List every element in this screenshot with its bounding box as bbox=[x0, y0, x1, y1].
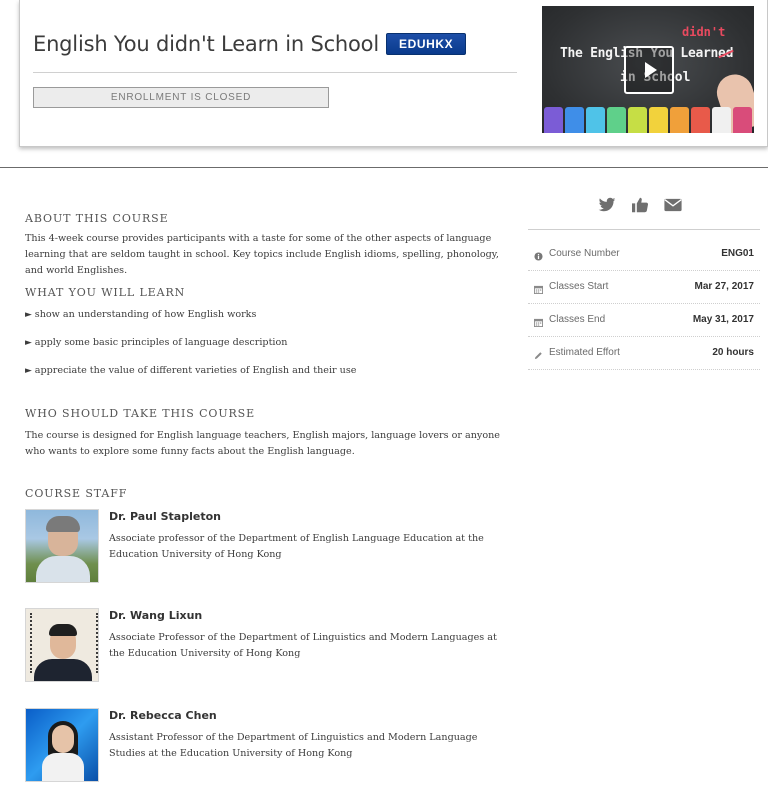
fact-value: May 31, 2017 bbox=[692, 314, 754, 325]
fact-label: Estimated Effort bbox=[549, 347, 620, 358]
fact-classes-start: Classes Start Mar 27, 2017 bbox=[528, 271, 760, 304]
about-heading: ABOUT THIS COURSE bbox=[25, 212, 169, 225]
info-icon bbox=[534, 252, 543, 261]
staff-name: Dr. Wang Lixun bbox=[109, 609, 203, 622]
chalk-stick bbox=[607, 107, 626, 133]
learn-list: show an understanding of how English wor… bbox=[25, 309, 357, 393]
fact-estimated-effort: Estimated Effort 20 hours bbox=[528, 337, 760, 370]
about-text: This 4-week course provides participants… bbox=[25, 233, 499, 276]
who-text: The course is designed for English langu… bbox=[25, 430, 500, 457]
staff-member: Dr. Wang Lixun Associate Professor of th… bbox=[25, 608, 515, 684]
course-title-row: English You didn't Learn in School EDUHK… bbox=[33, 32, 467, 56]
enrollment-closed-button[interactable]: ENROLLMENT IS CLOSED bbox=[33, 87, 329, 108]
chalk-stick bbox=[586, 107, 605, 133]
list-item: apply some basic principles of language … bbox=[25, 337, 356, 365]
chalk-stick bbox=[649, 107, 668, 133]
pencil-icon bbox=[534, 352, 542, 360]
staff-member: Dr. Rebecca Chen Assistant Professor of … bbox=[25, 708, 515, 784]
email-icon[interactable] bbox=[664, 197, 682, 213]
fact-label: Classes End bbox=[549, 314, 606, 325]
staff-bio: Assistant Professor of the Department of… bbox=[109, 732, 478, 759]
course-title: English You didn't Learn in School bbox=[33, 32, 379, 56]
chalk-stick bbox=[670, 107, 689, 133]
thumbs-up-icon[interactable] bbox=[631, 197, 649, 213]
staff-photo bbox=[25, 608, 99, 682]
chalk-stick bbox=[565, 107, 584, 133]
section-divider bbox=[0, 167, 768, 168]
video-inserted-word: didn't bbox=[682, 25, 726, 39]
staff-member: Dr. Paul Stapleton Associate professor o… bbox=[25, 509, 515, 585]
fact-value: 20 hours bbox=[712, 347, 754, 358]
fact-value: ENG01 bbox=[721, 248, 754, 259]
staff-heading: COURSE STAFF bbox=[25, 487, 128, 500]
course-hero: English You didn't Learn in School EDUHK… bbox=[19, 0, 768, 147]
sidebar-divider bbox=[528, 229, 760, 230]
hero-divider bbox=[33, 72, 517, 73]
play-icon[interactable] bbox=[624, 46, 674, 94]
share-links bbox=[598, 197, 682, 213]
staff-bio: Associate professor of the Department of… bbox=[109, 533, 484, 560]
fact-label: Course Number bbox=[549, 248, 620, 259]
fact-course-number: Course Number ENG01 bbox=[528, 238, 760, 271]
course-video-thumbnail[interactable]: didn't The English You Learned in School bbox=[542, 6, 754, 133]
chalk-stick bbox=[628, 107, 647, 133]
fact-value: Mar 27, 2017 bbox=[694, 281, 755, 292]
staff-photo bbox=[25, 708, 99, 782]
fact-label: Classes Start bbox=[549, 281, 609, 292]
org-badge[interactable]: EDUHKX bbox=[385, 33, 467, 55]
calendar-icon bbox=[534, 318, 543, 327]
calendar-icon bbox=[534, 285, 543, 294]
course-facts: Course Number ENG01 Classes Start Mar 27… bbox=[528, 238, 760, 370]
staff-photo bbox=[25, 509, 99, 583]
fact-classes-end: Classes End May 31, 2017 bbox=[528, 304, 760, 337]
chalk-stick bbox=[733, 107, 752, 133]
chalk-row bbox=[542, 105, 754, 133]
staff-name: Dr. Paul Stapleton bbox=[109, 510, 221, 523]
twitter-icon[interactable] bbox=[598, 197, 616, 213]
chalk-stick bbox=[544, 107, 563, 133]
list-item: appreciate the value of different variet… bbox=[25, 365, 357, 393]
chalk-stick bbox=[712, 107, 731, 133]
learn-heading: WHAT YOU WILL LEARN bbox=[25, 286, 186, 299]
chalk-stick bbox=[691, 107, 710, 133]
list-item: show an understanding of how English wor… bbox=[25, 309, 356, 337]
staff-bio: Associate Professor of the Department of… bbox=[109, 632, 497, 659]
staff-name: Dr. Rebecca Chen bbox=[109, 709, 217, 722]
who-heading: WHO SHOULD TAKE THIS COURSE bbox=[25, 407, 256, 420]
